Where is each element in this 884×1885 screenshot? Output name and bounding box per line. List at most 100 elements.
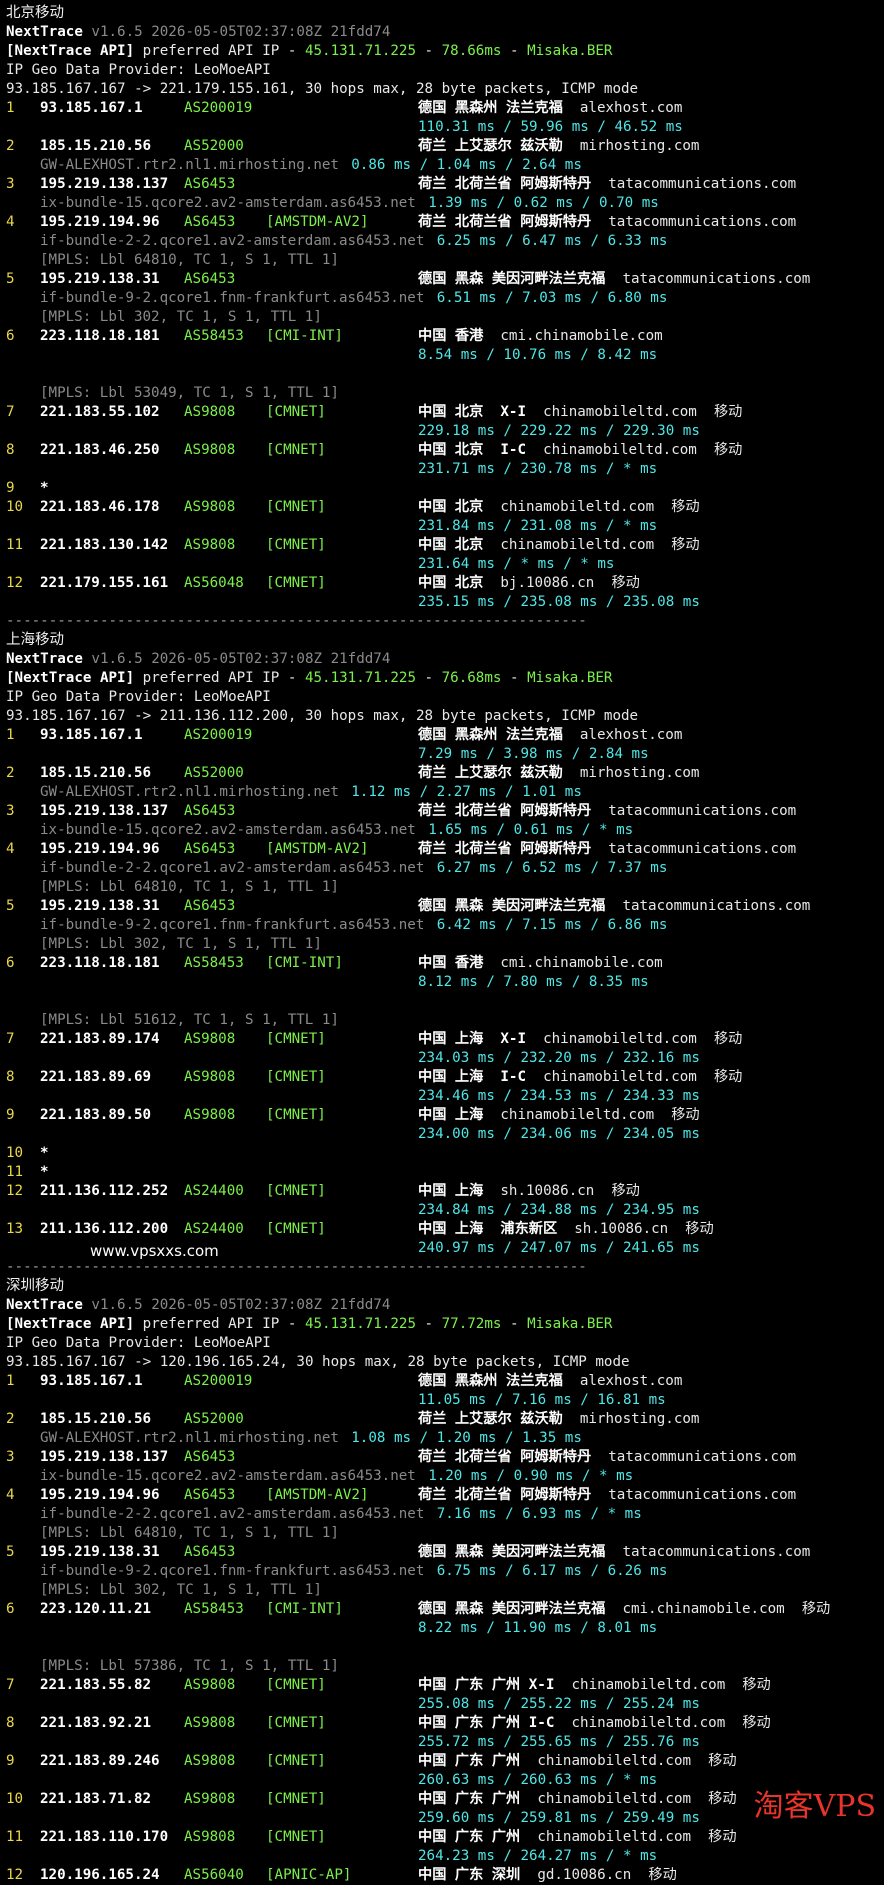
hop-asn: AS9808 <box>184 1677 236 1693</box>
hop-geo: 中国 上海 I-C <box>418 1069 526 1085</box>
hop-number: 9 <box>6 1107 15 1123</box>
hop-rdns: GW-ALEXHOST.rtr2.nl1.mirhosting.net <box>40 784 339 800</box>
hop-row: 10 221.183.46.178 AS9808 [CMNET] 中国 北京 china… <box>6 498 884 517</box>
hop-asn: AS9808 <box>184 1031 236 1047</box>
hop-host: mirhosting.com <box>579 765 700 781</box>
hop-host: tatacommunications.com <box>608 1449 797 1465</box>
hop-geo: 中国 北京 I-C <box>418 442 526 458</box>
hop-ip: 221.183.71.82 <box>40 1791 152 1807</box>
hop-detail-row: 255.08 ms / 255.22 ms / 255.24 ms <box>6 1695 884 1714</box>
hop-isp: 移动 <box>713 1031 743 1047</box>
hop-number: 2 <box>6 765 15 781</box>
hop-row: 4 195.219.194.96 AS6453 [AMSTDM-AV2] 荷兰 北荷兰省… <box>6 213 884 232</box>
hop-detail-row: if-bundle-2-2.qcore1.av2-amsterdam.as645… <box>6 859 884 878</box>
hop-detail-row: 11.05 ms / 7.16 ms / 16.81 ms <box>6 1391 884 1410</box>
hop-geo: 德国 黑森州 法兰克福 <box>418 100 563 116</box>
hop-asn: AS9808 <box>184 1069 236 1085</box>
provider-line: IP Geo Data Provider: LeoMoeAPI <box>6 1334 884 1353</box>
hop-geo: 荷兰 北荷兰省 阿姆斯特丹 <box>418 176 592 192</box>
app-version: v1.6.5 2026-05-05T02:37:08Z 21fdd74 <box>91 651 391 667</box>
geo-provider: IP Geo Data Provider: LeoMoeAPI <box>6 689 271 705</box>
api-latency: 78.66ms <box>441 43 502 59</box>
hop-host: sh.10086.cn <box>574 1221 669 1237</box>
app-name: NextTrace <box>6 651 83 667</box>
hop-extra-row: [MPLS: Lbl 64810, TC 1, S 1, TTL 1] <box>6 878 884 897</box>
hop-number: 3 <box>6 1449 15 1465</box>
hop-extra-row: [MPLS: Lbl 57386, TC 1, S 1, TTL 1] <box>6 1657 884 1676</box>
hop-tag: [AMSTDM-AV2] <box>266 841 369 857</box>
api-text: preferred API IP - <box>134 1316 305 1332</box>
hop-geo: 中国 北京 X-I <box>418 404 526 420</box>
hop-number: 3 <box>6 803 15 819</box>
hop-rtt: 7.16 ms / 6.93 ms / * ms <box>436 1506 642 1522</box>
hop-host: alexhost.com <box>579 100 683 116</box>
hop-rdns: if-bundle-2-2.qcore1.av2-amsterdam.as645… <box>40 860 425 876</box>
hop-number: 2 <box>6 138 15 154</box>
hop-tag: [APNIC-AP] <box>266 1867 352 1883</box>
route-summary: 93.185.167.167 -> 120.196.165.24, 30 hop… <box>6 1354 630 1370</box>
hop-rtt: 259.60 ms / 259.81 ms / 259.49 ms <box>418 1810 700 1826</box>
hop-asn: AS52000 <box>184 765 244 781</box>
hop-ip: * <box>40 1164 49 1180</box>
hop-host: alexhost.com <box>579 1373 683 1389</box>
hop-number: 4 <box>6 1487 15 1503</box>
hop-rdns: ix-bundle-15.qcore2.av2-amsterdam.as6453… <box>40 195 416 211</box>
separator-line: ----------------------------------------… <box>6 612 884 631</box>
hop-extra-row: [MPLS: Lbl 53049, TC 1, S 1, TTL 1] <box>6 384 884 403</box>
hop-geo: 中国 广东 深圳 <box>418 1867 521 1883</box>
hop-host: cmi.chinamobile.com <box>622 1601 785 1617</box>
hop-geo: 荷兰 北荷兰省 阿姆斯特丹 <box>418 803 592 819</box>
hop-geo-group: 德国 黑森州 法兰克福 alexhost.com <box>418 726 682 745</box>
hop-rtt: 1.65 ms / 0.61 ms / * ms <box>428 822 634 838</box>
hop-asn: AS6453 <box>184 1449 236 1465</box>
hop-number: 11 <box>6 537 24 553</box>
hop-rtt: 6.27 ms / 6.52 ms / 7.37 ms <box>436 860 668 876</box>
hop-isp: 移动 <box>708 1753 737 1769</box>
api-line: [NextTrace API] preferred API IP - 45.13… <box>6 1315 884 1334</box>
api-label: [NextTrace API] <box>6 1316 135 1332</box>
api-dash: - <box>501 43 528 59</box>
hop-row: 10 * <box>6 1144 884 1163</box>
hop-ip: 195.219.138.137 <box>40 1449 169 1465</box>
hop-geo-group: 中国 香港 cmi.chinamobile.com <box>418 327 663 346</box>
hop-geo: 荷兰 上艾瑟尔 兹沃勒 <box>418 1411 563 1427</box>
hop-asn: AS6453 <box>184 1487 236 1503</box>
hop-rdns: if-bundle-9-2.qcore1.fnm-frankfurt.as645… <box>40 1563 425 1579</box>
hop-detail-row: 234.84 ms / 234.88 ms / 234.95 ms <box>6 1201 884 1220</box>
hop-number: 4 <box>6 841 15 857</box>
hop-geo-group: 中国 上海 浦东新区 sh.10086.cn 移动 <box>418 1220 714 1239</box>
hop-row: 9 221.183.89.50 AS9808 [CMNET] 中国 上海 chinamo… <box>6 1106 884 1125</box>
hop-tag: [CMNET] <box>266 537 326 553</box>
hop-asn: AS9808 <box>184 1791 236 1807</box>
hop-detail-row: ix-bundle-15.qcore2.av2-amsterdam.as6453… <box>6 821 884 840</box>
hop-isp: 移动 <box>742 1715 771 1731</box>
hop-asn: AS6453 <box>184 271 236 287</box>
hop-geo: 荷兰 上艾瑟尔 兹沃勒 <box>418 765 563 781</box>
hop-isp: 移动 <box>671 499 700 515</box>
section-title-text: 北京移动 <box>6 5 64 21</box>
hop-geo: 中国 上海 X-I <box>418 1031 526 1047</box>
hop-ip: 195.219.138.137 <box>40 803 169 819</box>
watermark: 淘客VPS <box>753 1789 876 1824</box>
hop-geo-group: 荷兰 北荷兰省 阿姆斯特丹 tatacommunications.com <box>418 802 796 821</box>
hop-detail-row: 110.31 ms / 59.96 ms / 46.52 ms <box>6 118 884 137</box>
hop-asn: AS6453 <box>184 176 236 192</box>
hop-ip: 221.183.55.82 <box>40 1677 152 1693</box>
hop-rtt: 229.18 ms / 229.22 ms / 229.30 ms <box>418 423 700 439</box>
hop-host: tatacommunications.com <box>608 803 797 819</box>
hop-geo: 荷兰 上艾瑟尔 兹沃勒 <box>418 138 563 154</box>
hop-ip: 221.183.92.21 <box>40 1715 152 1731</box>
hop-geo: 德国 黑森 美因河畔法兰克福 <box>418 1544 606 1560</box>
hop-ip: 93.185.167.1 <box>40 1373 143 1389</box>
hop-host: bj.10086.cn <box>500 575 595 591</box>
hop-ip: 185.15.210.56 <box>40 765 152 781</box>
hop-row: 9 * <box>6 479 884 498</box>
hop-detail-row: 255.72 ms / 255.65 ms / 255.76 ms <box>6 1733 884 1752</box>
hop-host: tatacommunications.com <box>622 1544 811 1560</box>
hop-geo-group: 荷兰 上艾瑟尔 兹沃勒 mirhosting.com <box>418 764 699 783</box>
hop-ip: 195.219.138.137 <box>40 176 169 192</box>
hop-asn: AS52000 <box>184 138 244 154</box>
hop-row: 1 93.185.167.1 AS200019 德国 黑森州 法兰克福 alexhos… <box>6 726 884 745</box>
hop-number: 7 <box>6 1031 15 1047</box>
api-dash: - <box>501 670 528 686</box>
